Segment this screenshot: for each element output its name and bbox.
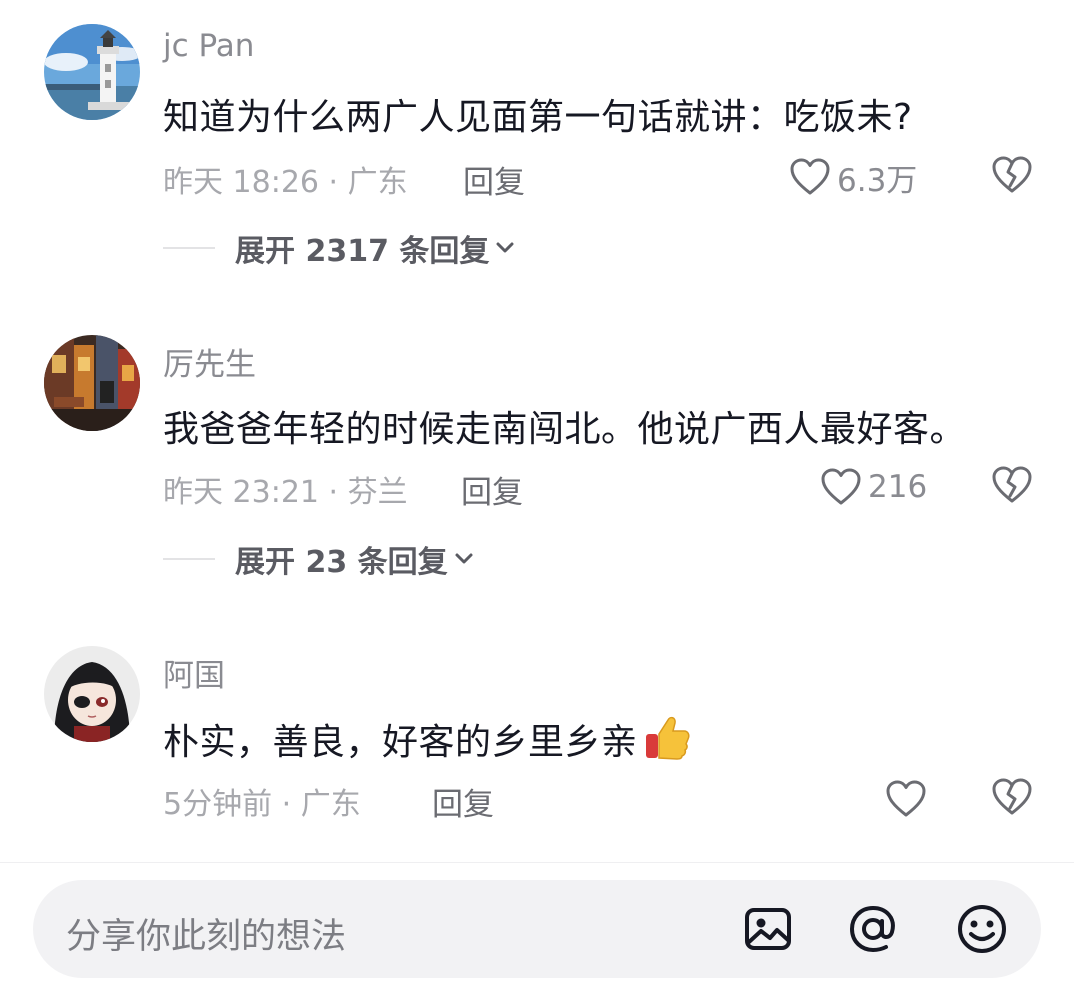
- reply-button[interactable]: 回复: [463, 157, 525, 202]
- chevron-down-icon: [455, 553, 473, 564]
- expand-replies-label: 展开 2317 条回复: [235, 234, 490, 269]
- like-button[interactable]: [885, 777, 933, 821]
- dislike-button[interactable]: [991, 777, 1033, 817]
- thumbs-up-emoji: [645, 716, 690, 760]
- heart-outline-icon: [886, 780, 926, 817]
- heart-outline-icon: [790, 158, 830, 195]
- comment-meta: 5分钟前 · 广东: [163, 787, 361, 822]
- comment-text: 知道为什么两广人见面第一句话就讲：吃饭未?: [163, 97, 913, 138]
- broken-heart-icon: [992, 156, 1032, 193]
- like-button[interactable]: 216: [820, 465, 927, 509]
- expand-divider-line: [163, 558, 215, 560]
- comment-text: 我爸爸年轻的时候走南闯北。他说广西人最好客。: [163, 409, 967, 450]
- broken-heart-icon: [992, 778, 1032, 815]
- comment-input-bar[interactable]: 分享你此刻的想法: [33, 880, 1041, 978]
- street-scene-avatar-icon[interactable]: [44, 335, 140, 431]
- comment-username[interactable]: 厉先生: [163, 339, 256, 384]
- like-count: 6.3万: [837, 162, 918, 199]
- like-button[interactable]: 6.3万: [789, 155, 917, 199]
- comment-username[interactable]: jc Pan: [163, 28, 254, 64]
- dislike-button[interactable]: [991, 465, 1033, 505]
- reply-button[interactable]: 回复: [461, 467, 523, 512]
- anime-character-avatar-icon[interactable]: [44, 646, 140, 742]
- emoji-face-icon[interactable]: [955, 902, 1009, 956]
- expand-divider-line: [163, 247, 215, 249]
- lighthouse-avatar-icon[interactable]: [44, 24, 140, 120]
- broken-heart-icon: [992, 466, 1032, 503]
- heart-outline-icon: [821, 468, 861, 505]
- expand-replies-label: 展开 23 条回复: [235, 545, 448, 580]
- comment-text: 朴实，善良，好客的乡里乡亲: [163, 712, 692, 765]
- comment-input-placeholder[interactable]: 分享你此刻的想法: [66, 908, 346, 959]
- image-icon[interactable]: [741, 902, 795, 956]
- expand-replies-button[interactable]: 展开 23 条回复: [163, 539, 474, 580]
- expand-replies-button[interactable]: 展开 2317 条回复: [163, 228, 515, 269]
- reply-button[interactable]: 回复: [432, 779, 494, 824]
- comment-username[interactable]: 阿国: [163, 650, 225, 695]
- like-count: 216: [868, 469, 928, 505]
- chevron-down-icon: [496, 242, 514, 253]
- divider: [0, 862, 1074, 863]
- dislike-button[interactable]: [991, 155, 1033, 195]
- comment-text-content: 朴实，善良，好客的乡里乡亲: [163, 722, 638, 763]
- at-mention-icon[interactable]: [846, 902, 900, 956]
- comment-meta: 昨天 23:21 · 芬兰: [163, 475, 408, 510]
- comment-meta: 昨天 18:26 · 广东: [163, 165, 408, 200]
